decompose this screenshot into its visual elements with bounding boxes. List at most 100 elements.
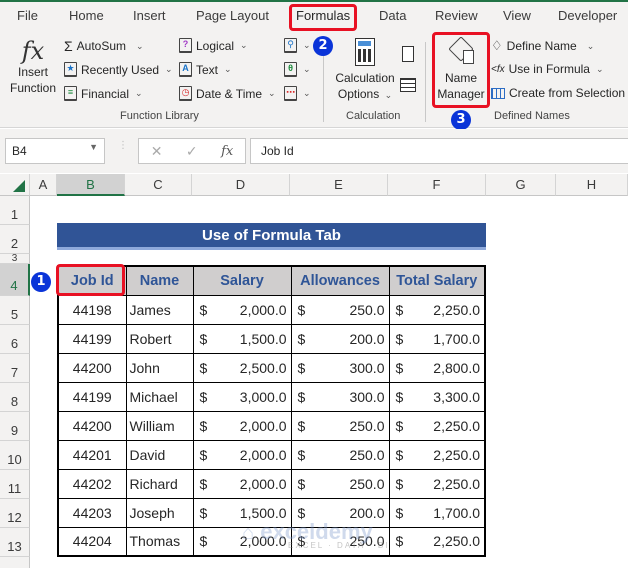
tab-review[interactable]: Review [435, 8, 478, 23]
cell-salary[interactable]: $3,000.0 [192, 381, 292, 412]
cell-job-id[interactable]: 44198 [57, 294, 127, 325]
row-header-6[interactable]: 6 [0, 325, 30, 354]
column-header-g[interactable]: G [486, 174, 556, 196]
cell-allowance[interactable]: $300.0 [290, 381, 390, 412]
cell-job-id[interactable]: 44204 [57, 526, 127, 557]
tab-formulas[interactable]: Formulas [296, 8, 350, 23]
row-header-2[interactable]: 2 [0, 225, 30, 254]
cell-job-id[interactable]: 44201 [57, 439, 127, 470]
tab-data[interactable]: Data [379, 8, 406, 23]
cell-job-id[interactable]: 44200 [57, 352, 127, 383]
row-header-4[interactable]: 4 [0, 264, 30, 296]
cell-allowance[interactable]: $200.0 [290, 497, 390, 528]
autosum-button[interactable]: Σ AutoSum ⌄ [64, 38, 144, 54]
define-name-button[interactable]: ♢ Define Name ⌄ [491, 38, 594, 54]
cell-salary[interactable]: $2,000.0 [192, 410, 292, 441]
column-header-c[interactable]: C [125, 174, 192, 196]
cell-job-id[interactable]: 44199 [57, 323, 127, 354]
tab-file[interactable]: File [17, 8, 38, 23]
cell-name[interactable]: David [125, 439, 194, 470]
row-header-5[interactable]: 5 [0, 296, 30, 325]
cell-salary[interactable]: $2,000.0 [192, 468, 292, 499]
column-header-e[interactable]: E [290, 174, 388, 196]
cell-allowance[interactable]: $250.0 [290, 410, 390, 441]
calculate-sheet-icon[interactable] [400, 78, 416, 92]
header-total-salary[interactable]: Total Salary [388, 265, 486, 296]
row-header-3[interactable]: 3 [0, 254, 30, 264]
row-header-1[interactable]: 1 [0, 196, 30, 225]
cell-name[interactable]: James [125, 294, 194, 325]
cell-allowance[interactable]: $250.0 [290, 439, 390, 470]
cell-name[interactable]: Joseph [125, 497, 194, 528]
header-salary[interactable]: Salary [192, 265, 292, 296]
cell-name[interactable]: Michael [125, 381, 194, 412]
column-header-b[interactable]: B [57, 174, 125, 196]
insert-function-button[interactable]: fx Insert Function [6, 38, 60, 96]
row-header-11[interactable]: 11 [0, 470, 30, 499]
cell-allowance[interactable]: $300.0 [290, 352, 390, 383]
row-header-7[interactable]: 7 [0, 354, 30, 383]
cell-allowance[interactable]: $250.0 [290, 468, 390, 499]
row-header-12[interactable]: 12 [0, 499, 30, 528]
row-header-9[interactable]: 9 [0, 412, 30, 441]
cell-job-id[interactable]: 44199 [57, 381, 127, 412]
cell-total-salary[interactable]: $3,300.0 [388, 381, 486, 412]
sheet-title[interactable]: Use of Formula Tab [57, 223, 486, 250]
cell-total-salary[interactable]: $1,700.0 [388, 497, 486, 528]
row-header-14[interactable] [0, 557, 30, 568]
insert-function-icon[interactable]: fx [221, 144, 233, 159]
dropdown-arrow-icon[interactable]: ▼ [89, 142, 98, 152]
calculate-now-icon[interactable] [402, 46, 414, 62]
name-box[interactable]: B4 ▼ [5, 138, 105, 164]
text-button[interactable]: A Text ⌄ [179, 62, 232, 77]
cell-total-salary[interactable]: $2,250.0 [388, 468, 486, 499]
cell-name[interactable]: William [125, 410, 194, 441]
column-header-f[interactable]: F [388, 174, 486, 196]
cell-total-salary[interactable]: $2,250.0 [388, 526, 486, 557]
cell-salary[interactable]: $2,000.0 [192, 294, 292, 325]
cell-allowance[interactable]: $250.0 [290, 294, 390, 325]
tab-developer[interactable]: Developer [558, 8, 617, 23]
row-header-8[interactable]: 8 [0, 383, 30, 412]
tab-home[interactable]: Home [69, 8, 104, 23]
cell-job-id[interactable]: 44202 [57, 468, 127, 499]
logical-button[interactable]: ? Logical ⌄ [179, 38, 248, 53]
cell-salary[interactable]: $2,500.0 [192, 352, 292, 383]
column-header-d[interactable]: D [192, 174, 290, 196]
cell-job-id[interactable]: 44200 [57, 410, 127, 441]
create-from-selection-button[interactable]: Create from Selection [491, 86, 625, 100]
tab-page-layout[interactable]: Page Layout [196, 8, 269, 23]
recently-used-button[interactable]: ★ Recently Used ⌄ [64, 62, 173, 77]
cell-salary[interactable]: $2,000.0 [192, 526, 292, 557]
header-name[interactable]: Name [125, 265, 194, 296]
tab-view[interactable]: View [503, 8, 531, 23]
select-all-button[interactable] [0, 174, 30, 196]
tab-insert[interactable]: Insert [133, 8, 166, 23]
cell-total-salary[interactable]: $2,250.0 [388, 294, 486, 325]
financial-button[interactable]: ≡ Financial ⌄ [64, 86, 143, 101]
cell-name[interactable]: Thomas [125, 526, 194, 557]
cell-name[interactable]: Robert [125, 323, 194, 354]
lookup-reference-button[interactable]: ⚲ ⌄ [284, 38, 311, 53]
calculation-options-button[interactable]: Calculation Options ⌄ [331, 38, 399, 103]
formula-input[interactable]: Job Id [250, 138, 628, 164]
header-allowances[interactable]: Allowances [290, 265, 390, 296]
header-job-id[interactable]: Job Id [57, 265, 127, 296]
column-header-a[interactable]: A [30, 174, 57, 196]
cell-salary[interactable]: $1,500.0 [192, 323, 292, 354]
use-in-formula-button[interactable]: <fx Use in Formula ⌄ [491, 62, 604, 76]
cell-job-id[interactable]: 44203 [57, 497, 127, 528]
cell-salary[interactable]: $1,500.0 [192, 497, 292, 528]
cell-total-salary[interactable]: $1,700.0 [388, 323, 486, 354]
cell-name[interactable]: Richard [125, 468, 194, 499]
date-time-button[interactable]: ◷ Date & Time ⌄ [179, 86, 276, 101]
cell-total-salary[interactable]: $2,250.0 [388, 410, 486, 441]
drag-handle-icon[interactable]: ⋮ [118, 141, 128, 151]
more-functions-button[interactable]: ⋯ ⌄ [284, 86, 311, 101]
enter-check-icon[interactable]: ✓ [186, 143, 198, 160]
cell-allowance[interactable]: $250.0 [290, 526, 390, 557]
cell-total-salary[interactable]: $2,250.0 [388, 439, 486, 470]
cell-salary[interactable]: $2,000.0 [192, 439, 292, 470]
cancel-icon[interactable]: ✕ [151, 143, 163, 160]
name-manager-button[interactable]: Name Manager [436, 36, 486, 102]
